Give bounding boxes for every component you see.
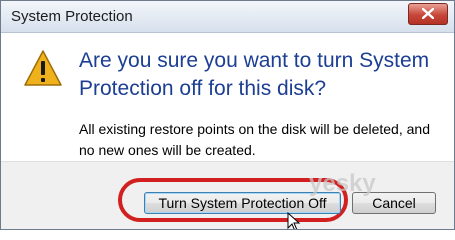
confirmation-question: Are you sure you want to turn System Pro… bbox=[79, 49, 430, 100]
window-title: System Protection bbox=[11, 8, 133, 25]
warning-details: All existing restore points on the disk … bbox=[79, 121, 430, 158]
svg-text:yesky: yesky bbox=[309, 170, 376, 197]
yesky-watermark: yesky bbox=[309, 170, 376, 197]
close-button[interactable] bbox=[408, 3, 448, 25]
mouse-pointer-icon bbox=[287, 212, 301, 229]
warning-icon bbox=[24, 50, 62, 86]
system-protection-dialog: System Protection Are you sure you want … bbox=[0, 0, 455, 230]
title-bar[interactable]: System Protection bbox=[1, 1, 454, 33]
button-bar: Turn System Protection Off Cancel yesky bbox=[1, 161, 454, 229]
close-icon bbox=[422, 8, 434, 19]
dialog-body: Are you sure you want to turn System Pro… bbox=[1, 33, 454, 161]
